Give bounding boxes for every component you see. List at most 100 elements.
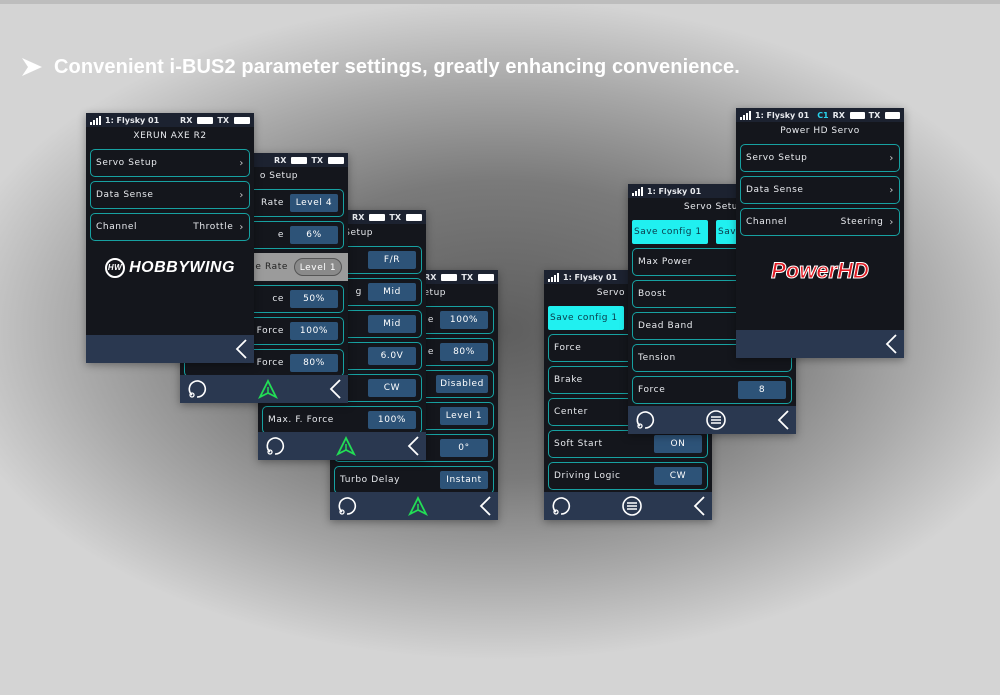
signal-icon <box>90 115 101 125</box>
setting-value-button[interactable]: Disabled <box>436 375 488 393</box>
signal-icon <box>740 110 751 120</box>
save-config-button[interactable]: Save config 1 <box>632 220 708 244</box>
refresh-icon[interactable] <box>634 409 656 431</box>
setting-row[interactable]: Soft Start ON <box>548 430 708 458</box>
setting-value-button[interactable]: Level 1 <box>294 258 342 276</box>
navigation-icon[interactable] <box>258 379 278 399</box>
tx-label: TX <box>311 155 323 165</box>
setting-label: Channel <box>746 217 788 227</box>
setting-value-button[interactable]: Instant <box>440 471 488 489</box>
screen-s1: 1: Flysky 01 RX TX XERUN AXE R2 Servo Setup ›… <box>86 113 254 363</box>
headline: Convenient i-BUS2 parameter settings, gr… <box>20 55 740 79</box>
refresh-icon[interactable] <box>186 378 208 400</box>
back-icon[interactable] <box>478 495 492 517</box>
status-bar: 1: Flysky 01 RX TX <box>86 113 254 127</box>
setting-value-button[interactable]: 100% <box>368 411 416 429</box>
setting-value-button[interactable]: 80% <box>290 354 338 372</box>
bottom-bar <box>544 492 712 520</box>
setting-value-button[interactable]: CW <box>368 379 416 397</box>
refresh-icon[interactable] <box>550 495 572 517</box>
model-name: 1: Flysky 01 <box>105 115 160 125</box>
model-name: 1: Flysky 01 <box>563 272 618 282</box>
screen-s7: 1: Flysky 01 C1 RX TX Power HD Servo Servo Se… <box>736 108 904 358</box>
rx-label: RX <box>274 155 287 165</box>
back-icon[interactable] <box>328 378 342 400</box>
setting-row[interactable]: Channel Throttle › <box>90 213 250 241</box>
chevron-right-icon: › <box>889 152 894 164</box>
navigation-icon[interactable] <box>336 436 356 456</box>
save-config-button[interactable]: Save config 1 <box>548 306 624 330</box>
logo-text: HOBBYWING <box>129 259 235 277</box>
rx-battery-icon <box>369 213 386 221</box>
setting-row[interactable]: Max. F. Force 100% <box>262 406 422 434</box>
chevron-right-icon: › <box>239 189 244 201</box>
setting-value-button[interactable]: 100% <box>290 322 338 340</box>
chevron-right-icon: › <box>889 216 894 228</box>
setting-value: Steering <box>840 217 884 227</box>
back-icon[interactable] <box>692 495 706 517</box>
back-icon[interactable] <box>234 338 248 360</box>
back-icon[interactable] <box>884 333 898 355</box>
rx-label: RX <box>180 115 193 125</box>
menu-icon[interactable] <box>705 409 727 431</box>
setting-value-button[interactable]: Level 4 <box>290 194 338 212</box>
setting-value-button[interactable]: 6% <box>290 226 338 244</box>
setting-value-button[interactable]: 80% <box>440 343 488 361</box>
c1-indicator: C1 <box>817 110 829 120</box>
status-bar: 1: Flysky 01 C1 RX TX <box>736 108 904 122</box>
setting-value-button[interactable]: 8 <box>738 381 786 399</box>
tx-label: TX <box>389 212 401 222</box>
setting-row[interactable]: Turbo Delay Instant <box>334 466 494 494</box>
back-icon[interactable] <box>406 435 420 457</box>
tx-label: TX <box>868 110 881 120</box>
setting-row[interactable]: Servo Setup › <box>740 144 900 172</box>
logo-mark: HW <box>105 258 126 278</box>
setting-label: Data Sense <box>746 185 804 195</box>
setting-value-button[interactable]: CW <box>654 467 702 485</box>
setting-value-button[interactable]: 50% <box>290 290 338 308</box>
setting-row[interactable]: Servo Setup › <box>90 149 250 177</box>
setting-row[interactable]: Driving Logic CW <box>548 462 708 490</box>
setting-value: Throttle <box>193 222 234 232</box>
setting-label: Max. F. Force <box>268 415 334 425</box>
setting-value-button[interactable]: 0° <box>440 439 488 457</box>
tx-battery-icon <box>478 273 494 281</box>
setting-row[interactable]: Force 8 <box>632 376 792 404</box>
settings-list: Servo Setup › Data Sense › Channel Steering › <box>736 144 904 236</box>
setting-value-button[interactable]: 100% <box>440 311 488 329</box>
setting-value-button[interactable]: 6.0V <box>368 347 416 365</box>
hobbywing-logo: HW HOBBYWING <box>86 258 254 278</box>
setting-value-button[interactable]: Mid <box>368 315 416 333</box>
setting-label: Turbo Delay <box>340 475 401 485</box>
setting-value-button[interactable]: Mid <box>368 283 416 301</box>
rx-battery-icon <box>849 111 865 119</box>
setting-label: Force <box>638 385 666 395</box>
headline-text: Convenient i-BUS2 parameter settings, gr… <box>54 55 740 78</box>
setting-row[interactable]: Data Sense › <box>90 181 250 209</box>
top-band <box>0 0 1000 4</box>
setting-row[interactable]: Data Sense › <box>740 176 900 204</box>
refresh-icon[interactable] <box>264 435 286 457</box>
back-icon[interactable] <box>776 409 790 431</box>
setting-label: Servo Setup <box>746 153 808 163</box>
tx-label: TX <box>461 272 473 282</box>
setting-value-button[interactable]: Level 1 <box>440 407 488 425</box>
setting-value-button[interactable]: F/R <box>368 251 416 269</box>
tx-battery-icon <box>328 156 344 164</box>
setting-row[interactable]: Channel Steering › <box>740 208 900 236</box>
bottom-bar <box>86 335 254 363</box>
model-name: 1: Flysky 01 <box>755 110 810 120</box>
model-name: 1: Flysky 01 <box>647 186 702 196</box>
signal-icon <box>548 272 559 282</box>
settings-list: Servo Setup › Data Sense › Channel Throttle › <box>86 149 254 241</box>
bottom-bar <box>330 492 498 520</box>
tx-battery-icon <box>406 213 422 221</box>
bottom-bar <box>258 432 426 460</box>
chevron-right-icon: › <box>889 184 894 196</box>
powerhd-logo: PowerHD <box>736 258 904 284</box>
menu-icon[interactable] <box>621 495 643 517</box>
screen-title: XERUN AXE R2 <box>133 131 207 141</box>
navigation-icon[interactable] <box>408 496 428 516</box>
refresh-icon[interactable] <box>336 495 358 517</box>
setting-value-button[interactable]: ON <box>654 435 702 453</box>
